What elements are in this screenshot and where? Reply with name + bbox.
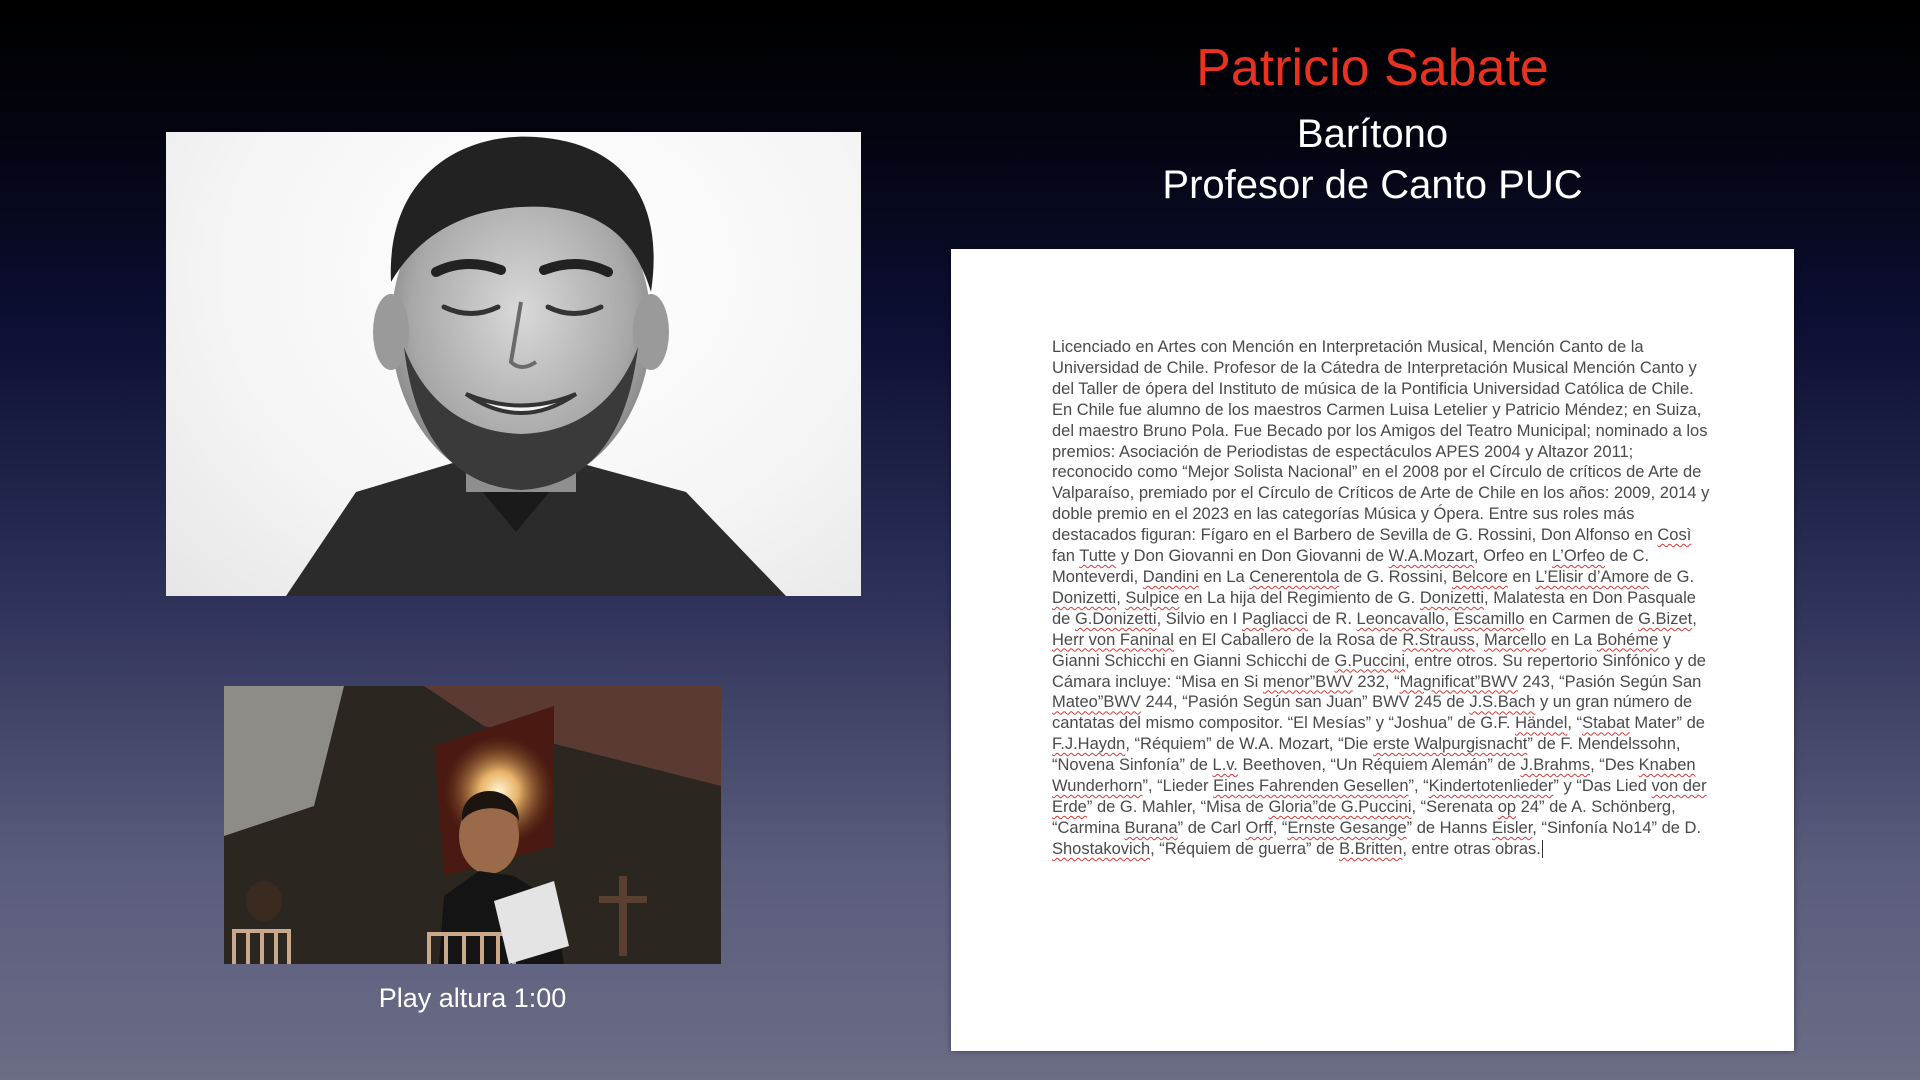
spellcheck-word: Bohéme	[1596, 630, 1659, 649]
text-segment: ” y “Das Lied	[1553, 777, 1652, 796]
subtitle-position: Profesor de Canto PUC	[1162, 163, 1583, 207]
spellcheck-word: L’Orfeo	[1551, 547, 1606, 566]
text-segment: , “Réquiem de guerra” de	[1150, 839, 1340, 858]
text-segment: , “Serenata	[1411, 797, 1498, 816]
spellcheck-word: Dandini	[1142, 567, 1199, 586]
text-segment: , Silvio en I	[1156, 609, 1242, 628]
spellcheck-word: Orff	[1245, 818, 1273, 837]
text-segment: ,	[1692, 609, 1697, 628]
spellcheck-word: L’Elisir d’Amore	[1535, 567, 1650, 586]
text-segment: ,	[1474, 630, 1484, 649]
biography-document: Licenciado en Artes con Mención en Inter…	[951, 249, 1794, 1051]
text-segment: de G. Rossini,	[1339, 567, 1452, 586]
portrait-illustration	[286, 136, 786, 596]
spellcheck-word: op	[1497, 797, 1517, 816]
spellcheck-word: G.Bizet	[1638, 609, 1693, 628]
spellcheck-word: Cenerentola	[1249, 567, 1340, 586]
spellcheck-word: F.J.Haydn	[1052, 735, 1126, 754]
spellcheck-word: Marcello	[1483, 630, 1547, 649]
text-segment: ”, “	[1408, 777, 1429, 796]
spellcheck-word: R.Strauss	[1402, 630, 1475, 649]
spellcheck-word: Belcore	[1451, 567, 1508, 586]
text-segment: de G.	[1649, 567, 1695, 586]
text-segment: 243, “Pasión Según San	[1517, 672, 1702, 691]
spellcheck-word: Gloria”de G.Puccini	[1268, 797, 1412, 816]
spellcheck-word: G.Puccini	[1334, 651, 1406, 670]
spellcheck-word: J.S.Bach	[1469, 693, 1536, 712]
text-segment: en La	[1546, 630, 1597, 649]
spellcheck-word: Shostakovich	[1052, 839, 1151, 858]
spellcheck-word: W.A.Mozart	[1388, 547, 1474, 566]
text-segment: ”, “Lieder	[1142, 777, 1214, 796]
spellcheck-word: Sulpice	[1125, 588, 1180, 607]
text-segment: en La	[1198, 567, 1250, 586]
text-segment: ,	[1444, 609, 1454, 628]
video-caption: Play altura 1:00	[378, 983, 567, 1013]
spellcheck-word: Herr von Faninal	[1052, 630, 1174, 649]
text-segment: , “Des	[1590, 756, 1639, 775]
spellcheck-word: B.Britten	[1339, 839, 1403, 858]
spellcheck-word: Eisler	[1491, 818, 1533, 837]
spellcheck-word: Escamillo	[1453, 609, 1525, 628]
text-segment: Licenciado en Artes con Mención en Inter…	[1052, 338, 1710, 545]
text-segment: Beethoven, “Un Réquiem Alemán” de	[1237, 756, 1521, 775]
text-segment: , “Réquiem” de W.A. Mozart, “Die	[1125, 735, 1373, 754]
text-segment: ” de Carl	[1177, 818, 1246, 837]
text-segment: en El Caballero de la Rosa de	[1173, 630, 1403, 649]
spellcheck-word: Donizetti	[1419, 588, 1485, 607]
text-segment: , “Sinfonía No14” de D.	[1532, 818, 1702, 837]
spellcheck-word: Tutte	[1079, 547, 1117, 566]
biography-text: Licenciado en Artes con Mención en Inter…	[1052, 337, 1712, 860]
text-segment: en La hija del Regimiento de G.	[1179, 588, 1420, 607]
text-segment: de R.	[1307, 609, 1357, 628]
spellcheck-word: Pagliacci	[1241, 609, 1308, 628]
slide-title: Patricio Sabate	[1196, 39, 1549, 97]
text-segment: en Carmen de	[1524, 609, 1639, 628]
spellcheck-word: Burana	[1124, 818, 1178, 837]
text-segment: ” de G. Mahler, “Misa de	[1086, 797, 1269, 816]
spellcheck-word: erste Walpurgisnacht	[1372, 735, 1528, 754]
text-segment: 232, “	[1352, 672, 1400, 691]
spellcheck-word: menor”BWV	[1262, 672, 1353, 691]
spellcheck-word: Magnificat”BWV	[1399, 672, 1518, 691]
spellcheck-word: Stabat	[1582, 714, 1630, 733]
text-segment: , entre otras obras.	[1402, 839, 1541, 858]
text-segment: , “	[1272, 818, 1288, 837]
text-segment: , “	[1567, 714, 1583, 733]
text-cursor: ​	[1541, 839, 1543, 858]
portrait-photo	[166, 132, 861, 596]
spellcheck-word: Leoncavallo	[1356, 609, 1445, 628]
spellcheck-word: Kindertotenlieder	[1428, 777, 1554, 796]
video-thumbnail[interactable]	[224, 686, 721, 964]
text-segment: ” de Hanns	[1406, 818, 1492, 837]
text-segment: fan	[1052, 547, 1080, 566]
text-segment: y Don Giovanni en Don Giovanni de	[1116, 547, 1389, 566]
spellcheck-word: Così	[1657, 526, 1692, 545]
text-segment: ,	[1116, 588, 1126, 607]
spellcheck-word: Eines Fahrenden Gesellen	[1213, 777, 1409, 796]
text-segment: en	[1507, 567, 1536, 586]
text-segment: , Orfeo en	[1473, 547, 1552, 566]
spellcheck-word: Donizetti	[1052, 588, 1117, 607]
text-segment: Mater” de	[1629, 714, 1705, 733]
spellcheck-word: L.v.	[1212, 756, 1238, 775]
subtitle-role: Barítono	[1296, 112, 1449, 156]
spellcheck-word: J.Brahms	[1520, 756, 1591, 775]
spellcheck-word: Mateo”BWV	[1052, 693, 1141, 712]
text-segment: 244, “Pasión Según san Juan” BWV 245 de	[1140, 693, 1470, 712]
video-illustration	[224, 686, 721, 964]
spellcheck-word: Händel	[1515, 714, 1568, 733]
spellcheck-word: G.Donizetti	[1074, 609, 1157, 628]
spellcheck-word: Ernste Gesange	[1287, 818, 1407, 837]
